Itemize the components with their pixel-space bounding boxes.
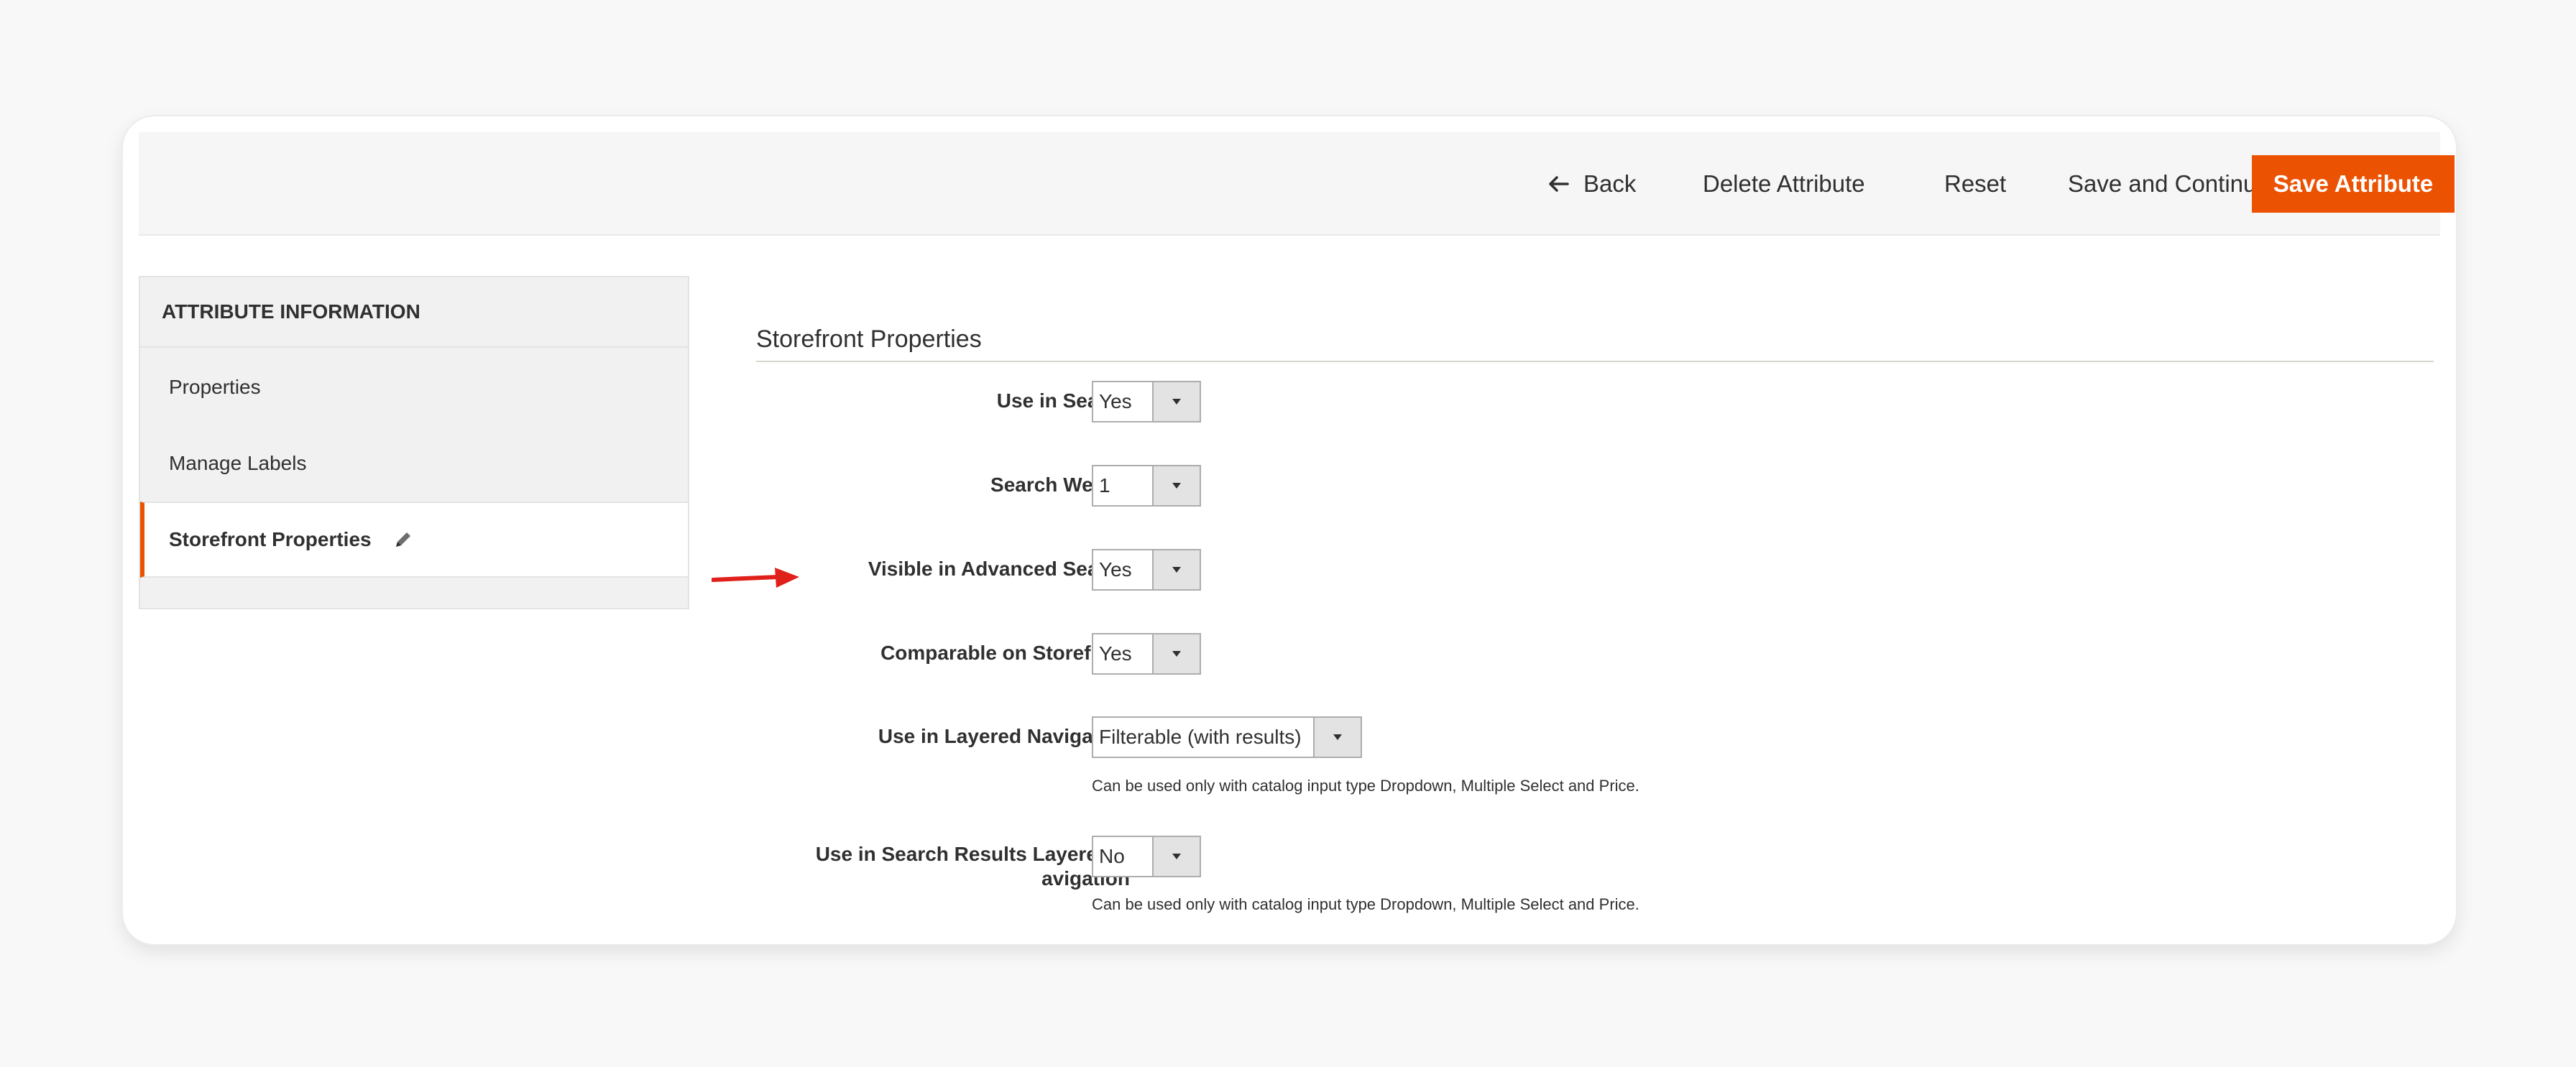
layered-navigation-note: Can be used only with catalog input type… [1092,777,1639,795]
search-weight-select[interactable]: 1 [1092,465,1201,507]
use-in-layered-navigation-select[interactable]: Filterable (with results) [1092,716,1362,758]
tab-properties-label: Properties [169,376,261,398]
chevron-down-icon [1152,382,1200,421]
comparable-on-storefront-select[interactable]: Yes [1092,633,1201,675]
reset-button[interactable]: Reset [1944,155,2006,213]
back-button[interactable]: Back [1547,155,1636,213]
search-results-layered-nav-label-line2: avigation [1041,867,1130,890]
comparable-on-storefront-label: Comparable on Storefront [880,642,1130,664]
tab-manage-labels-label: Manage Labels [169,452,307,474]
use-in-layered-navigation-label: Use in Layered Navigation [878,725,1130,747]
chevron-down-icon [1152,466,1200,505]
chevron-down-icon [1313,718,1361,757]
tab-manage-labels[interactable]: Manage Labels [140,425,688,502]
chevron-down-icon [1152,550,1200,589]
use-in-search-label: Use in Search [996,389,1130,412]
search-results-layered-nav-value: No [1099,845,1125,867]
tab-storefront-properties-label: Storefront Properties [169,528,372,550]
tab-properties[interactable]: Properties [140,349,688,425]
back-button-label: Back [1583,170,1637,197]
use-in-search-select[interactable]: Yes [1092,381,1201,422]
pencil-icon [393,530,413,550]
search-weight-label: Search Weight [990,474,1130,496]
sidebar-title: ATTRIBUTE INFORMATION [140,277,688,348]
comparable-on-storefront-value: Yes [1099,642,1132,665]
attribute-edit-panel: Back Delete Attribute Reset Save and Con… [123,116,2456,944]
chevron-down-icon [1152,837,1200,876]
use-in-layered-navigation-value: Filterable (with results) [1099,726,1302,748]
tab-storefront-properties[interactable]: Storefront Properties [140,502,688,578]
search-results-layered-nav-note: Can be used only with catalog input type… [1092,895,1639,913]
use-in-search-value: Yes [1099,390,1132,412]
visible-in-advanced-search-value: Yes [1099,558,1132,581]
arrow-left-icon [1547,175,1569,193]
search-results-layered-nav-select[interactable]: No [1092,836,1201,877]
attribute-tabs-sidebar: ATTRIBUTE INFORMATION Properties Manage … [139,276,689,609]
chevron-down-icon [1152,634,1200,673]
page-actions-bar: Back Delete Attribute Reset Save and Con… [139,132,2455,236]
search-results-layered-nav-label-line1: Use in Search Results Layered N [815,843,1130,865]
search-weight-value: 1 [1099,474,1110,496]
visible-in-advanced-search-select[interactable]: Yes [1092,549,1201,591]
section-title: Storefront Properties [756,318,2434,362]
save-attribute-button[interactable]: Save Attribute [2252,155,2455,213]
delete-attribute-button[interactable]: Delete Attribute [1703,155,1865,213]
visible-in-advanced-search-label: Visible in Advanced Search [868,558,1130,580]
